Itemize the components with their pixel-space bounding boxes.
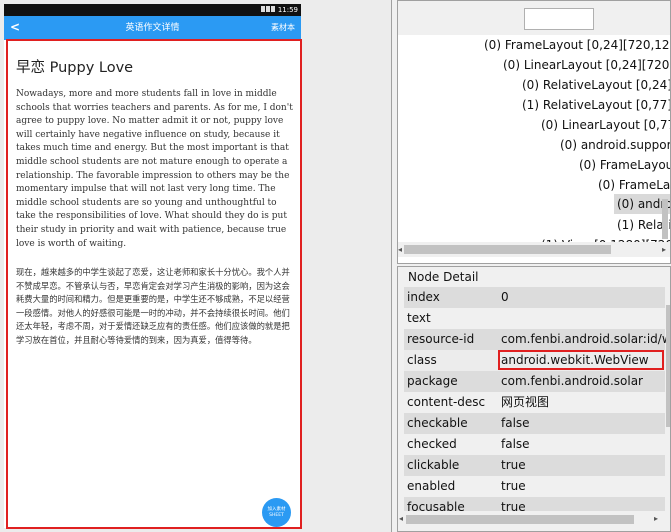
detail-value: false (501, 416, 530, 430)
scroll-thumb[interactable] (406, 515, 634, 524)
node-detail-title: Node Detail (407, 269, 480, 285)
signal-icon (261, 6, 279, 13)
device-screen[interactable]: 11:59 < 英语作文详情 素材本 早恋 Puppy Love Nowaday… (4, 4, 302, 529)
tree-node[interactable]: (1) RelativeLayout [0,77][720,1280] (522, 95, 670, 115)
tree-node[interactable]: (0) RelativeLayout [0,24][720,77] (522, 75, 670, 95)
webview-highlight[interactable]: 早恋 Puppy Love Nowadays, more and more st… (6, 39, 302, 529)
tree-search-box[interactable] (524, 8, 594, 30)
detail-key: text (407, 311, 431, 325)
detail-key: resource-id (407, 332, 475, 346)
detail-key: class (407, 353, 437, 367)
detail-row[interactable]: clickable true (404, 455, 665, 476)
class-value-highlight (498, 350, 664, 370)
scroll-left-icon[interactable]: ◂ (399, 514, 403, 524)
tree-horizontal-scrollbar[interactable]: ◂ ▸ (398, 242, 670, 257)
status-bar: 11:59 (4, 4, 301, 16)
article-english-text: Nowadays, more and more students fall in… (16, 89, 293, 249)
detail-key: checked (407, 437, 457, 451)
scroll-thumb[interactable] (666, 305, 670, 427)
hierarchy-tree-panel: (0) FrameLayout [0,24][720,1280] (0) Lin… (397, 0, 671, 264)
scroll-thumb[interactable] (404, 245, 611, 254)
tree-node[interactable]: (0) FrameLayout [0,77][720,1280] (579, 155, 670, 175)
tree-toolbar (398, 1, 670, 35)
detail-key: enabled (407, 479, 456, 493)
detail-value: com.fenbi.android.solar:id/webview (501, 332, 670, 346)
material-book-button[interactable]: 素材本 (271, 22, 295, 34)
add-material-fab[interactable]: 加入素材 SHEET (262, 498, 291, 527)
detail-row[interactable]: index 0 (404, 287, 665, 308)
detail-row[interactable]: content-desc 网页视图 (404, 392, 665, 413)
detail-value: true (501, 479, 526, 493)
app-title: 英语作文详情 (125, 23, 180, 33)
detail-key: checkable (407, 416, 468, 430)
article-title: 早恋 Puppy Love (16, 60, 134, 76)
screenshot-panel: 11:59 < 英语作文详情 素材本 早恋 Puppy Love Nowaday… (0, 0, 392, 532)
detail-key: package (407, 374, 458, 388)
detail-key: content-desc (407, 395, 486, 409)
detail-value: com.fenbi.android.solar (501, 374, 643, 388)
detail-horizontal-scrollbar[interactable]: ◂ ▸ (398, 511, 670, 527)
detail-row[interactable]: enabled true (404, 476, 665, 497)
detail-value: false (501, 437, 530, 451)
tree-node[interactable]: (0) LinearLayout [0,24][720,1280] (503, 55, 670, 75)
status-time: 11:59 (277, 6, 298, 14)
detail-vertical-scrollbar[interactable] (666, 287, 670, 507)
tree-node[interactable]: (0) FrameLayout [0,24][720,1280] (484, 35, 670, 55)
scroll-right-icon[interactable]: ▸ (662, 245, 666, 255)
tree-node[interactable]: (0) FrameLayout [0,77][720,1280] (598, 175, 670, 195)
detail-row[interactable]: checked false (404, 434, 665, 455)
detail-value: true (501, 458, 526, 472)
detail-row[interactable]: checkable false (404, 413, 665, 434)
app-bar: < 英语作文详情 素材本 (4, 16, 301, 40)
scroll-right-icon[interactable]: ▸ (654, 514, 658, 524)
detail-key: index (407, 290, 440, 304)
detail-value: 0 (501, 290, 509, 304)
article-chinese-text: 现在，越来越多的中学生谈起了恋爱，这让老师和家长十分忧心。我个人并不赞成早恋。不… (16, 267, 290, 345)
detail-row-class[interactable]: class android.webkit.WebView (404, 350, 665, 371)
scroll-left-icon[interactable]: ◂ (398, 245, 402, 255)
detail-row[interactable]: package com.fenbi.android.solar (404, 371, 665, 392)
detail-row[interactable]: text (404, 308, 665, 329)
tree-vertical-scrollbar[interactable] (662, 199, 668, 239)
tree-node[interactable]: (0) LinearLayout [0,77][720,1280] (541, 115, 670, 135)
node-detail-panel: Node Detail index 0 text resource-id com… (397, 266, 671, 532)
detail-value: 网页视图 (501, 395, 550, 409)
detail-row[interactable]: resource-id com.fenbi.android.solar:id/w… (404, 329, 670, 350)
detail-key: clickable (407, 458, 460, 472)
tree-node[interactable]: (0) android.support.v4.view.ViewPager (560, 135, 670, 155)
